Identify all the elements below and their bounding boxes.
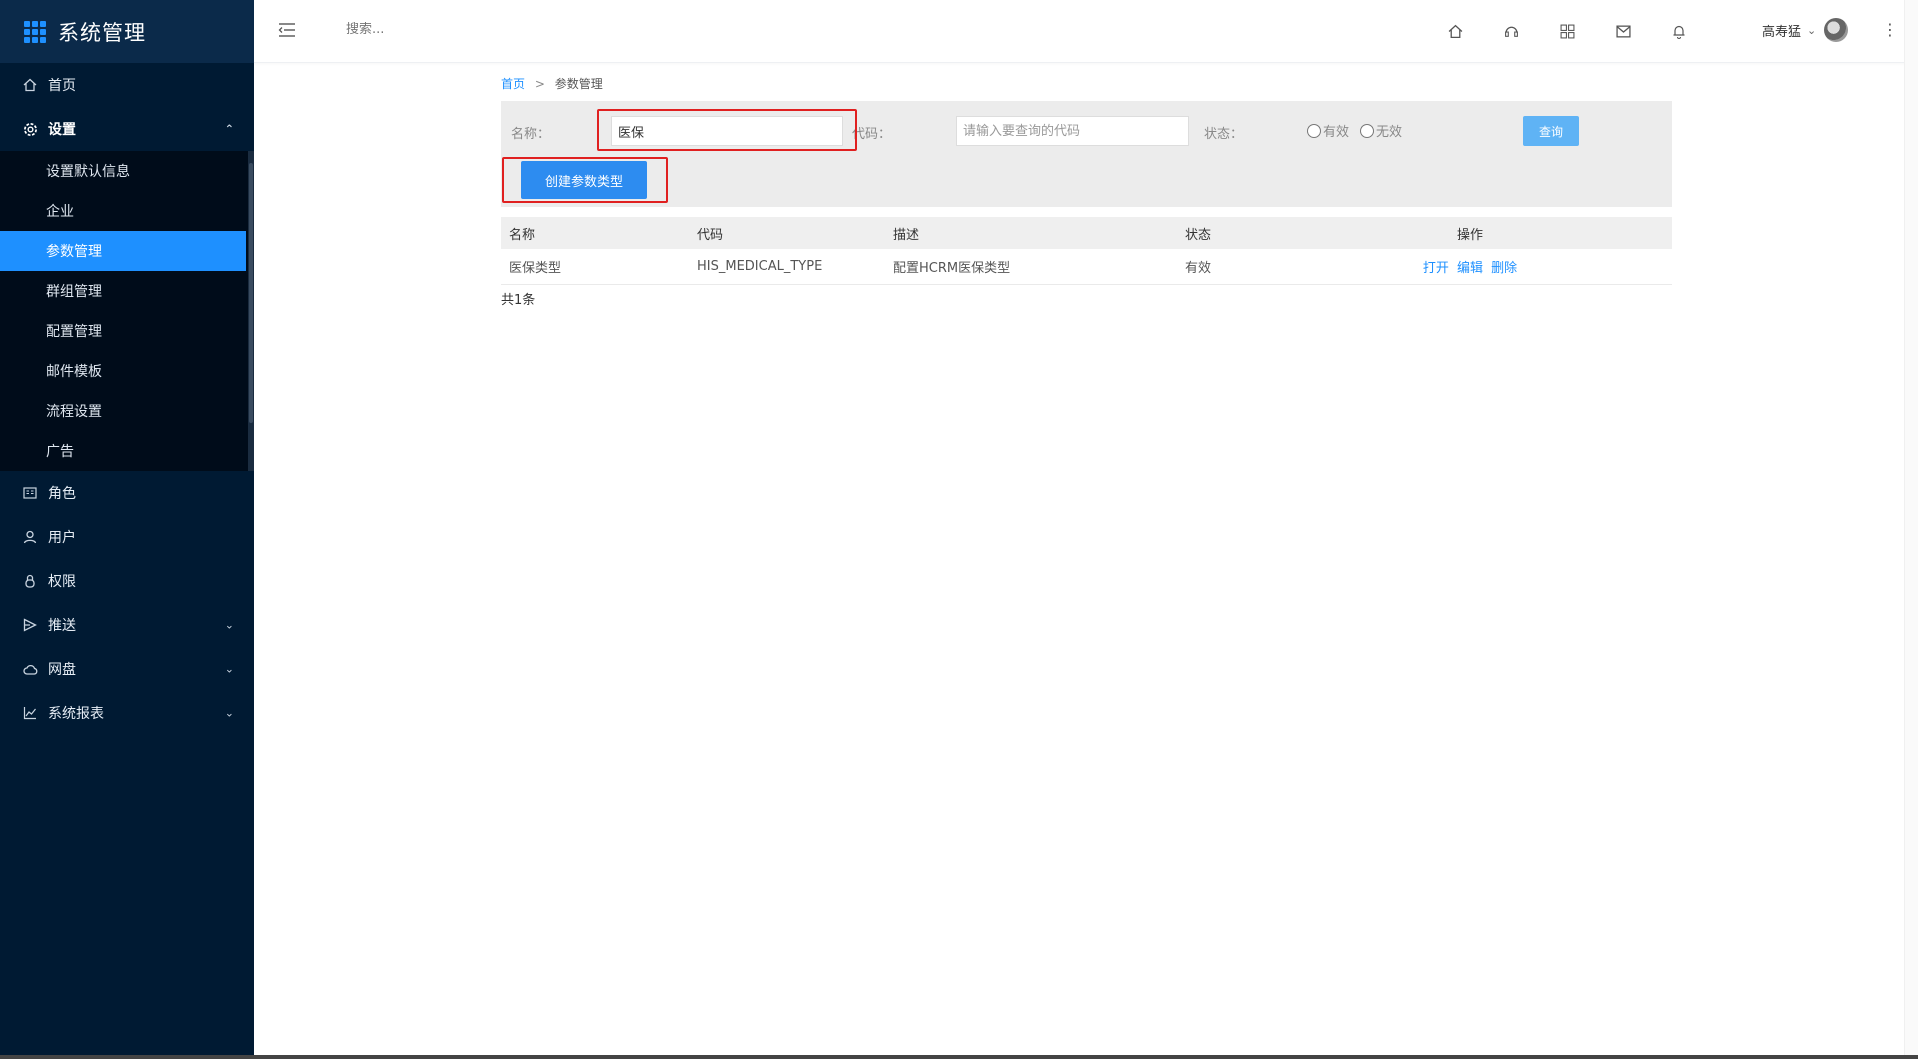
settings-submenu: 设置默认信息 企业 参数管理 群组管理 配置管理 邮件模板 流程设置 广告 [0, 151, 254, 471]
delete-link[interactable]: 删除 [1491, 261, 1517, 276]
table-header: 名称 代码 描述 状态 操作 [501, 217, 1672, 249]
status-radio-invalid[interactable]: 无效 [1360, 121, 1402, 140]
code-input[interactable] [956, 116, 1189, 146]
radio-circle[interactable] [1307, 123, 1321, 138]
sidebar-subitem-workflow[interactable]: 流程设置 [0, 391, 246, 431]
create-parameter-type-button[interactable]: 创建参数类型 [521, 161, 647, 199]
header-icons [1448, 21, 1728, 41]
column-header-status[interactable]: 状态 [1185, 224, 1375, 243]
top-header: 高寿猛 ⌄ ⋮ [254, 0, 1918, 63]
name-label: 名称： [511, 127, 551, 142]
sidebar-item-roles[interactable]: 角色 [0, 471, 254, 515]
home-icon [22, 77, 38, 93]
more-vertical-icon[interactable]: ⋮ [1882, 20, 1898, 39]
user-menu[interactable]: 高寿猛 ⌄ [1762, 18, 1849, 42]
sidebar-item-label: 设置 [48, 122, 76, 138]
sidebar-item-home[interactable]: 首页 [0, 63, 254, 107]
cloud-icon [22, 661, 38, 677]
apps-icon[interactable] [1560, 21, 1616, 41]
sidebar-item-netdisk[interactable]: 网盘 ⌄ [0, 647, 254, 691]
app-title: 系统管理 [58, 20, 146, 45]
open-link[interactable]: 打开 [1423, 261, 1449, 276]
radio-label: 有效 [1323, 125, 1350, 140]
sidebar-item-label: 首页 [48, 78, 76, 94]
parameter-table: 名称 代码 描述 状态 操作 医保类型 HIS_MEDICAL_TYPE 配置H… [501, 217, 1672, 285]
sidebar-item-users[interactable]: 用户 [0, 515, 254, 559]
status-label: 状态： [1204, 127, 1244, 142]
main-content: 首页 > 参数管理 名称： 代码： 状态： 有效 无效 查询 创建参数类型 名称… [254, 63, 1918, 1059]
filter-panel: 名称： 代码： 状态： 有效 无效 查询 创建参数类型 [501, 101, 1672, 207]
role-icon [22, 485, 38, 501]
chevron-down-icon: ⌄ [224, 706, 234, 720]
breadcrumb-home-link[interactable]: 首页 [501, 77, 525, 91]
sidebar-subitem-groups[interactable]: 群组管理 [0, 271, 246, 311]
sidebar-item-label: 角色 [48, 486, 76, 502]
sidebar-item-label: 权限 [48, 574, 76, 590]
sidebar-subitem-ads[interactable]: 广告 [0, 431, 246, 471]
app-grid-icon[interactable] [24, 20, 46, 43]
bell-icon[interactable] [1672, 21, 1728, 41]
sidebar-subitem-config[interactable]: 配置管理 [0, 311, 246, 351]
chevron-down-icon: ⌄ [224, 618, 234, 632]
user-name: 高寿猛 [1762, 24, 1802, 40]
avatar[interactable] [1824, 18, 1849, 42]
sidebar-subitem-mail-templates[interactable]: 邮件模板 [0, 351, 246, 391]
send-icon [22, 617, 38, 633]
chevron-up-icon: ⌃ [224, 122, 234, 136]
mail-icon[interactable] [1616, 21, 1672, 41]
home-icon[interactable] [1448, 21, 1504, 41]
edit-link[interactable]: 编辑 [1457, 261, 1483, 276]
column-header-ops: 操作 [1456, 227, 1483, 243]
sidebar-item-push[interactable]: 推送 ⌄ [0, 603, 254, 647]
cell-name: 医保类型 [509, 261, 562, 276]
table-total-count: 共1条 [501, 293, 536, 308]
sidebar-item-reports[interactable]: 系统报表 ⌄ [0, 691, 254, 735]
table-row[interactable]: 医保类型 HIS_MEDICAL_TYPE 配置HCRM医保类型 有效 打开 编… [501, 249, 1672, 285]
sidebar-subitem-parameters[interactable]: 参数管理 [0, 231, 246, 271]
breadcrumb-current: 参数管理 [554, 77, 603, 91]
sidebar-item-label: 用户 [48, 530, 76, 546]
sidebar-subitem-enterprise[interactable]: 企业 [0, 191, 246, 231]
sidebar-menu: 首页 设置 ⌃ 设置默认信息 企业 参数管理 群组管理 配置管理 邮件模板 流程… [0, 63, 254, 735]
sidebar-item-label: 推送 [48, 618, 76, 634]
sidebar-item-permissions[interactable]: 权限 [0, 559, 254, 603]
radio-label: 无效 [1376, 125, 1403, 140]
gear-icon [22, 121, 38, 137]
sidebar-item-settings[interactable]: 设置 ⌃ [0, 107, 254, 151]
bottom-edge [0, 1055, 1918, 1059]
sidebar-item-label: 网盘 [48, 662, 76, 678]
cell-status: 有效 [1185, 261, 1212, 276]
sidebar-item-label: 系统报表 [48, 706, 104, 722]
search-input[interactable] [346, 22, 546, 37]
cell-desc: 配置HCRM医保类型 [893, 261, 1011, 276]
breadcrumb-separator: > [534, 77, 545, 91]
radio-circle[interactable] [1360, 123, 1374, 138]
column-header-desc[interactable]: 描述 [893, 224, 1185, 243]
name-input[interactable] [611, 116, 843, 146]
query-button[interactable]: 查询 [1523, 116, 1579, 146]
brand: 系统管理 [0, 0, 254, 63]
breadcrumb: 首页 > 参数管理 [501, 75, 603, 92]
code-label: 代码： [852, 127, 892, 142]
headset-icon[interactable] [1504, 21, 1560, 41]
column-header-name[interactable]: 名称 [501, 224, 697, 243]
lock-icon [22, 573, 38, 589]
sidebar: 系统管理 首页 设置 ⌃ 设置默认信息 企业 参数管理 群组管理 配置管理 邮件… [0, 0, 254, 1059]
sidebar-subitem-default-info[interactable]: 设置默认信息 [0, 151, 246, 191]
chevron-down-icon: ⌄ [1807, 23, 1817, 37]
page-scrollbar[interactable] [1904, 0, 1918, 1059]
cell-ops: 打开 编辑 删除 [1375, 257, 1565, 276]
cell-code: HIS_MEDICAL_TYPE [697, 259, 823, 274]
user-icon [22, 529, 38, 545]
status-radio-valid[interactable]: 有效 [1307, 121, 1349, 140]
column-header-code[interactable]: 代码 [697, 224, 893, 243]
chevron-down-icon: ⌄ [224, 662, 234, 676]
chart-icon [22, 705, 38, 721]
menu-toggle-icon[interactable] [278, 22, 296, 38]
